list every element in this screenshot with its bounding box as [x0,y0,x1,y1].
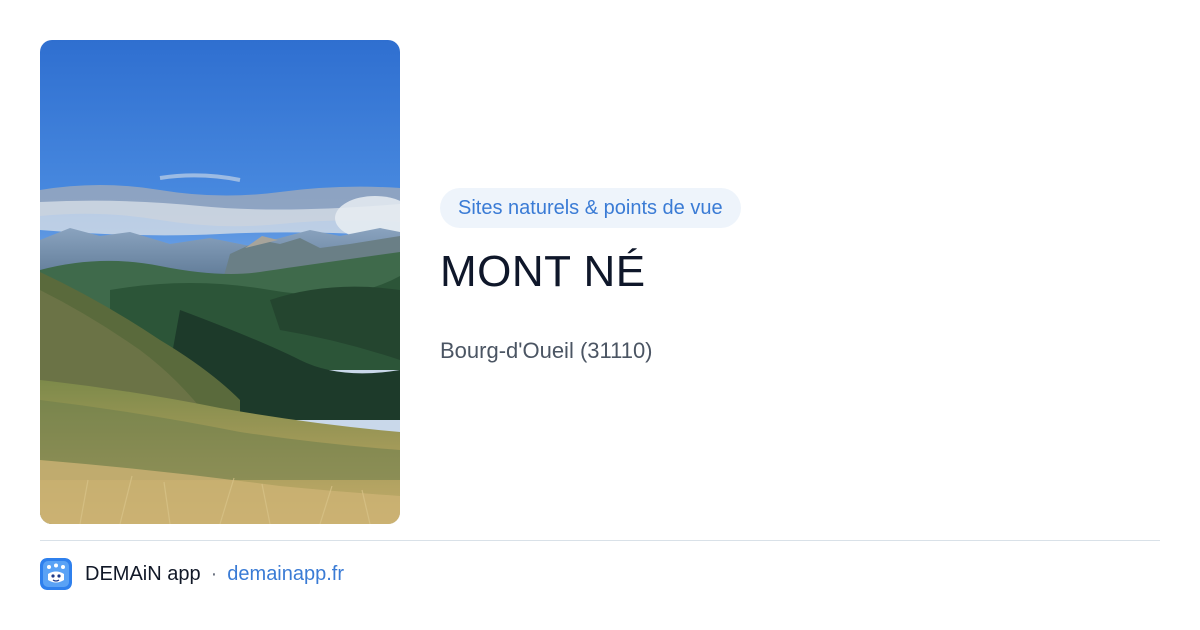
footer: DEMAiN app · demainapp.fr [40,558,344,590]
category-badge[interactable]: Sites naturels & points de vue [440,188,741,228]
footer-divider [40,540,1160,541]
place-title: MONT NÉ [440,247,646,296]
mountain-landscape-photo [40,40,400,524]
footer-separator: · [210,562,218,585]
place-photo[interactable] [40,40,400,524]
place-info: Sites naturels & points de vue MONT NÉ B… [440,188,1160,366]
demain-app-icon[interactable] [40,558,72,590]
domain-link[interactable]: demainapp.fr [227,563,344,586]
place-location: Bourg-d'Oueil (31110) [440,338,653,363]
brand-name: DEMAiN app [85,562,201,585]
share-card: Sites naturels & points de vue MONT NÉ B… [0,0,1200,630]
